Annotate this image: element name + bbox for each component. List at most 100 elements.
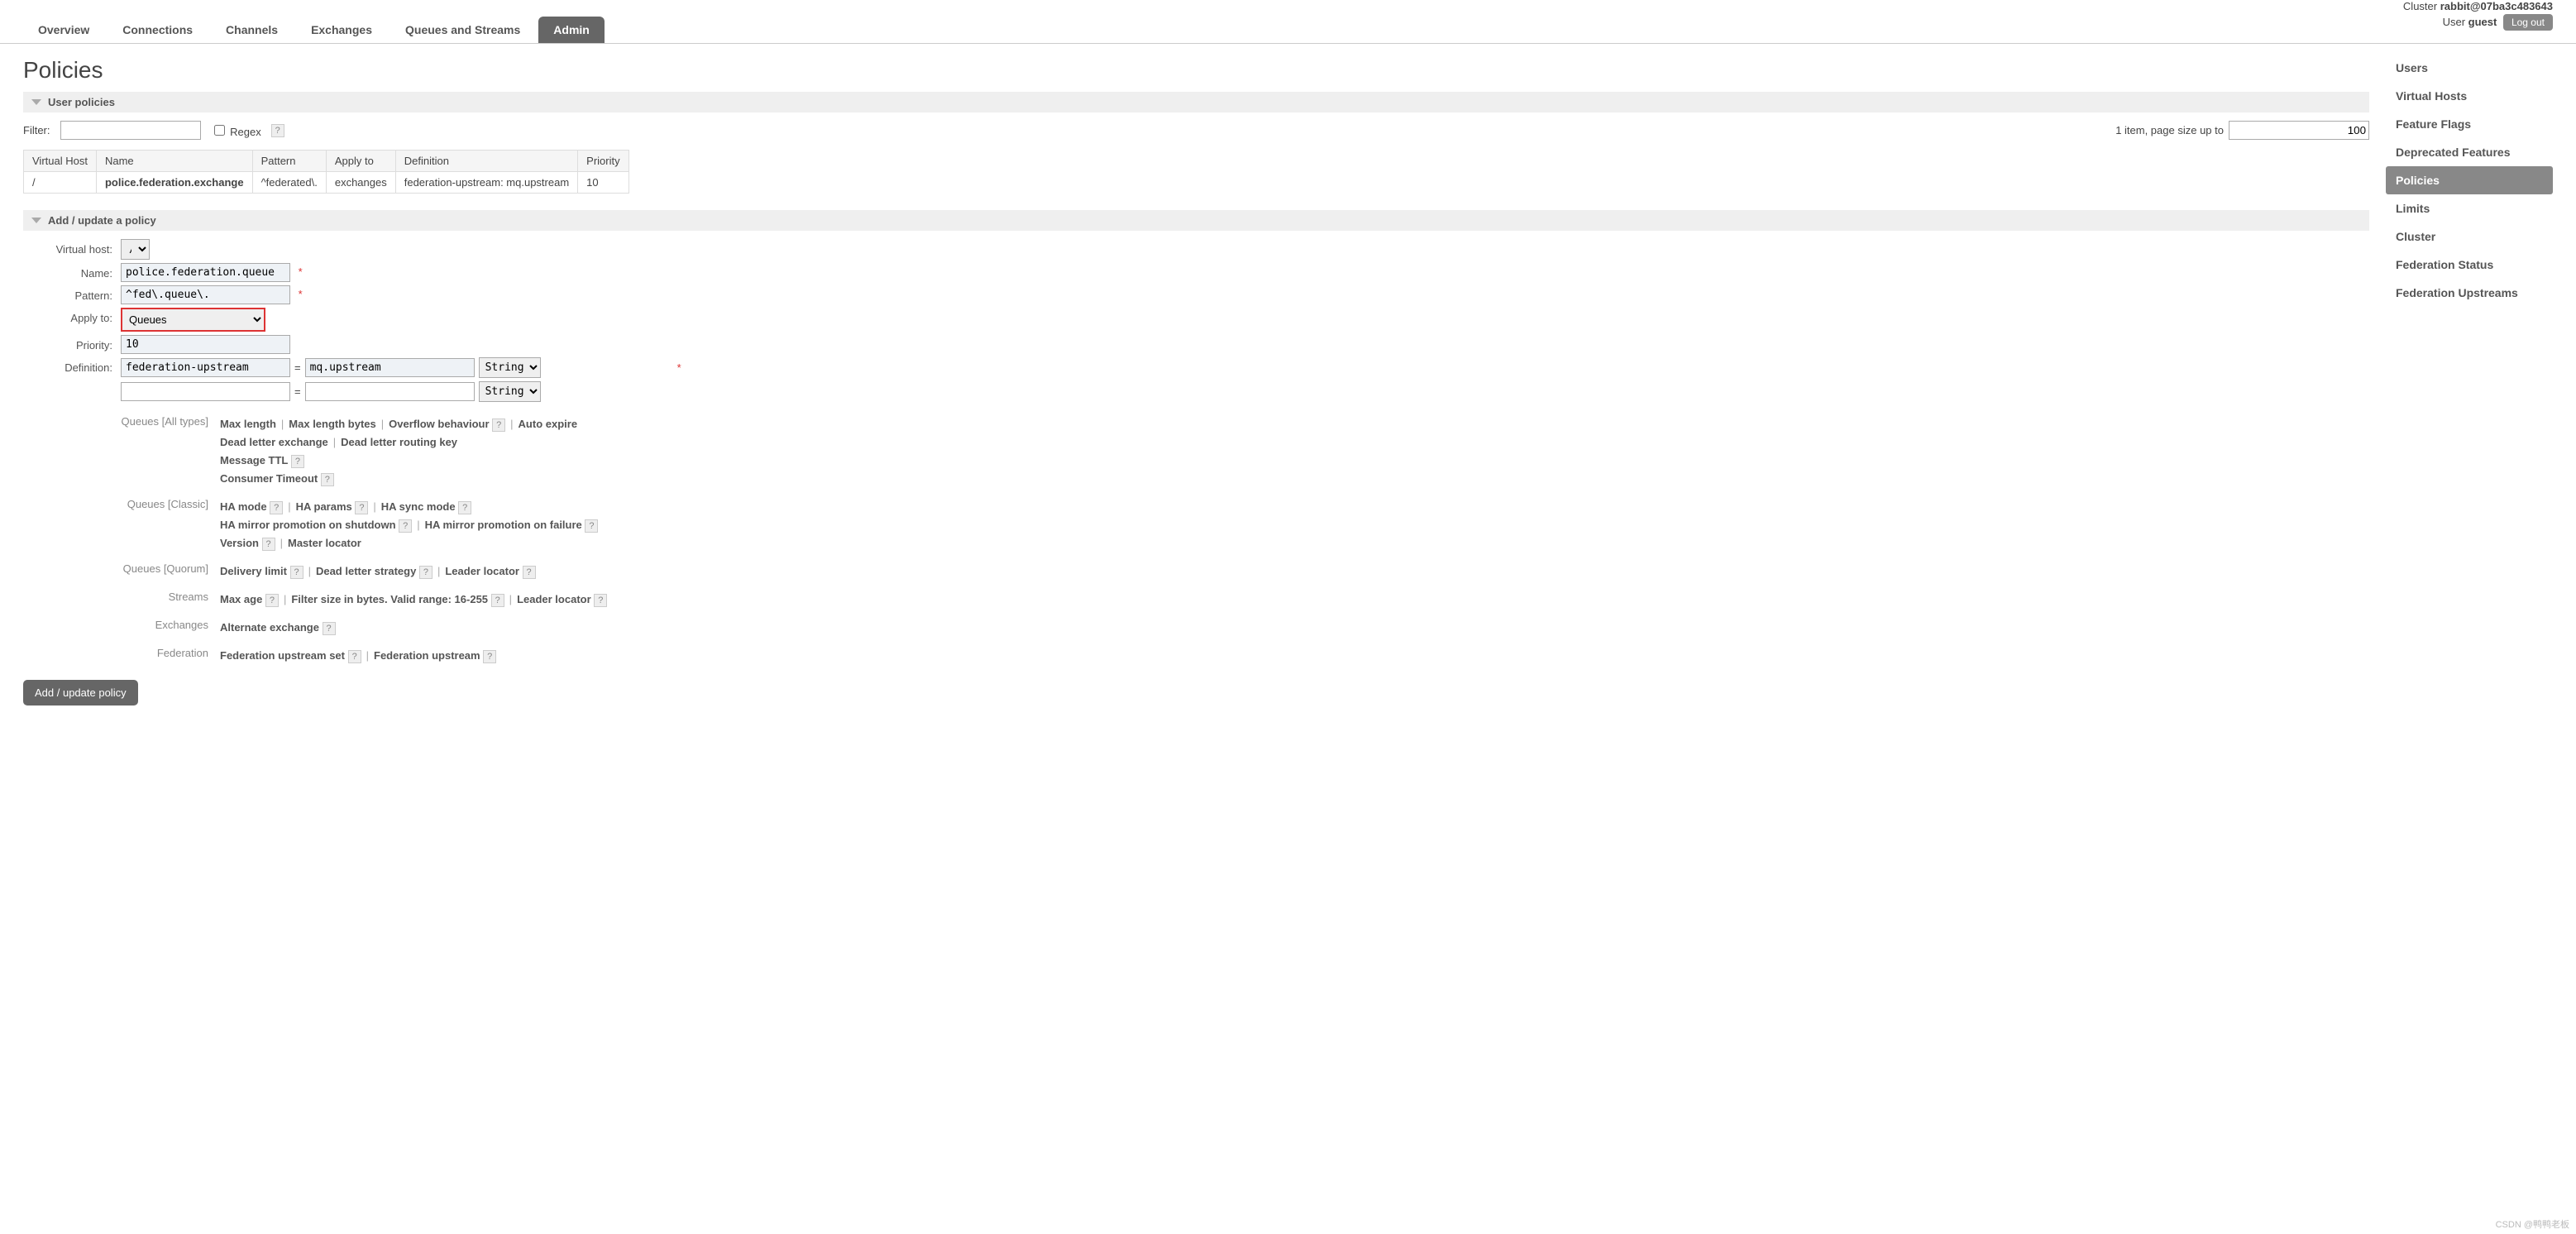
helper-item[interactable]: Alternate exchange xyxy=(220,621,319,634)
separator: | xyxy=(333,436,336,448)
priority-input[interactable] xyxy=(121,335,290,354)
definition-type-select[interactable]: String xyxy=(479,381,541,402)
sidebar-item-federation-status[interactable]: Federation Status xyxy=(2386,251,2553,279)
filter-input[interactable] xyxy=(60,121,201,140)
help-icon[interactable]: ? xyxy=(323,622,336,635)
helper-item[interactable]: Consumer Timeout xyxy=(220,472,318,485)
separator: | xyxy=(373,500,375,513)
sidebar-item-virtual-hosts[interactable]: Virtual Hosts xyxy=(2386,82,2553,110)
help-icon[interactable]: ? xyxy=(491,594,504,607)
help-icon[interactable]: ? xyxy=(348,650,361,663)
helper-item[interactable]: Federation upstream set xyxy=(220,649,345,662)
sidebar-item-limits[interactable]: Limits xyxy=(2386,194,2553,222)
add-policy-header[interactable]: Add / update a policy xyxy=(23,210,2369,231)
definition-type-select[interactable]: String xyxy=(479,357,541,378)
separator: | xyxy=(437,565,440,577)
cell-priority: 10 xyxy=(578,172,628,194)
add-update-policy-button[interactable]: Add / update policy xyxy=(23,680,138,705)
helper-item[interactable]: HA mirror promotion on shutdown xyxy=(220,519,396,531)
sidebar-item-deprecated-features[interactable]: Deprecated Features xyxy=(2386,138,2553,166)
helper-item[interactable]: HA mode xyxy=(220,500,267,513)
column-header: Definition xyxy=(395,151,577,172)
helper-item[interactable]: Leader locator xyxy=(517,593,591,605)
sidebar-item-users[interactable]: Users xyxy=(2386,54,2553,82)
help-icon[interactable]: ? xyxy=(265,594,279,607)
pattern-label: Pattern: xyxy=(23,285,121,302)
help-icon[interactable]: ? xyxy=(458,501,471,514)
help-icon[interactable]: ? xyxy=(399,519,412,533)
separator: | xyxy=(281,418,284,430)
helper-item[interactable]: Auto expire xyxy=(519,418,578,430)
helper-item[interactable]: HA mirror promotion on failure xyxy=(425,519,582,531)
helper-item[interactable]: Max age xyxy=(220,593,262,605)
table-row[interactable]: /police.federation.exchange^federated\.e… xyxy=(24,172,629,194)
helper-item[interactable]: Federation upstream xyxy=(374,649,480,662)
helper-item[interactable]: Max length bytes xyxy=(289,418,375,430)
tab-connections[interactable]: Connections xyxy=(108,17,208,43)
help-icon[interactable]: ? xyxy=(290,566,303,579)
cell-apply-to: exchanges xyxy=(326,172,395,194)
tab-channels[interactable]: Channels xyxy=(211,17,293,43)
help-icon[interactable]: ? xyxy=(291,455,304,468)
tab-queues-and-streams[interactable]: Queues and Streams xyxy=(390,17,535,43)
pattern-input[interactable] xyxy=(121,285,290,304)
helper-item[interactable]: Filter size in bytes. Valid range: 16-25… xyxy=(291,593,488,605)
help-icon[interactable]: ? xyxy=(321,473,334,486)
cell-name[interactable]: police.federation.exchange xyxy=(96,172,252,194)
sidebar-item-federation-upstreams[interactable]: Federation Upstreams xyxy=(2386,279,2553,307)
helper-category-label: Federation xyxy=(23,647,220,665)
help-icon[interactable]: ? xyxy=(355,501,368,514)
user-policies-header[interactable]: User policies xyxy=(23,92,2369,112)
tab-exchanges[interactable]: Exchanges xyxy=(296,17,387,43)
helper-category-label: Streams xyxy=(23,591,220,609)
helper-item[interactable]: HA params xyxy=(296,500,352,513)
help-icon[interactable]: ? xyxy=(585,519,598,533)
helper-item[interactable]: Overflow behaviour xyxy=(389,418,489,430)
sidebar-item-feature-flags[interactable]: Feature Flags xyxy=(2386,110,2553,138)
apply-to-select[interactable]: Queues xyxy=(121,308,265,332)
regex-toggle[interactable]: Regex xyxy=(211,122,261,138)
helper-item[interactable]: Dead letter exchange xyxy=(220,436,328,448)
sidebar-item-policies[interactable]: Policies xyxy=(2386,166,2553,194)
help-icon[interactable]: ? xyxy=(270,501,283,514)
separator: | xyxy=(417,519,419,531)
tab-admin[interactable]: Admin xyxy=(538,17,605,43)
help-icon[interactable]: ? xyxy=(492,419,505,432)
tab-overview[interactable]: Overview xyxy=(23,17,104,43)
helper-item[interactable]: Leader locator xyxy=(445,565,519,577)
logout-button[interactable]: Log out xyxy=(2503,14,2553,31)
helper-item[interactable]: Message TTL xyxy=(220,454,288,466)
name-input[interactable] xyxy=(121,263,290,282)
helper-item[interactable]: Master locator xyxy=(288,537,361,549)
regex-checkbox[interactable] xyxy=(214,125,225,136)
definition-key-input[interactable] xyxy=(121,358,290,377)
helper-item[interactable]: HA sync mode xyxy=(381,500,456,513)
definition-key-input-empty[interactable] xyxy=(121,382,290,401)
main-tabs: OverviewConnectionsChannelsExchangesQueu… xyxy=(0,0,2576,44)
sidebar-item-cluster[interactable]: Cluster xyxy=(2386,222,2553,251)
definition-value-input[interactable] xyxy=(305,358,475,377)
help-icon[interactable]: ? xyxy=(594,594,607,607)
column-header: Priority xyxy=(578,151,628,172)
user-info: User guest Log out xyxy=(2403,14,2553,31)
apply-to-label: Apply to: xyxy=(23,308,121,324)
separator: | xyxy=(308,565,311,577)
helper-item[interactable]: Delivery limit xyxy=(220,565,287,577)
helper-item[interactable]: Max length xyxy=(220,418,276,430)
column-header: Apply to xyxy=(326,151,395,172)
help-icon[interactable]: ? xyxy=(419,566,433,579)
helper-item[interactable]: Dead letter routing key xyxy=(341,436,457,448)
help-icon[interactable]: ? xyxy=(483,650,496,663)
helper-item[interactable]: Dead letter strategy xyxy=(316,565,416,577)
column-header: Name xyxy=(96,151,252,172)
help-icon[interactable]: ? xyxy=(262,538,275,551)
page-title: Policies xyxy=(23,57,2369,84)
help-icon[interactable]: ? xyxy=(271,124,284,137)
equals-sign: = xyxy=(294,385,301,398)
page-size-input[interactable] xyxy=(2229,121,2369,140)
helper-item[interactable]: Version xyxy=(220,537,259,549)
priority-label: Priority: xyxy=(23,335,121,352)
help-icon[interactable]: ? xyxy=(523,566,536,579)
vhost-select[interactable]: / xyxy=(121,239,150,260)
definition-value-input-empty[interactable] xyxy=(305,382,475,401)
